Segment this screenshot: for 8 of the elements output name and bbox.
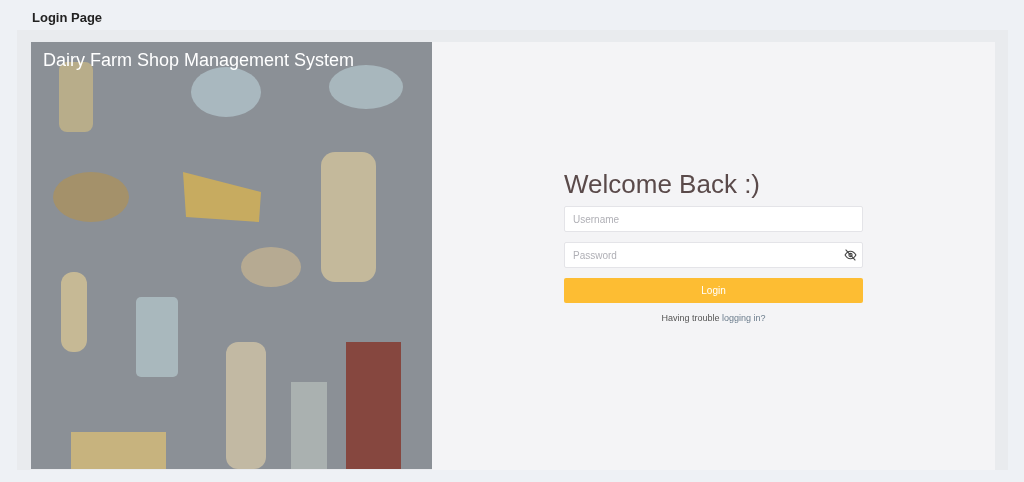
eye-slash-icon[interactable] (844, 249, 857, 261)
welcome-heading: Welcome Back :) (564, 169, 761, 200)
help-text: Having trouble logging in? (660, 313, 767, 323)
banner-title: Dairy Farm Shop Management System (43, 50, 355, 71)
page-title: Login Page (31, 9, 104, 27)
username-field[interactable]: Username (564, 206, 863, 232)
password-field[interactable]: Password (564, 242, 863, 268)
help-link[interactable]: logging in? (722, 313, 766, 323)
